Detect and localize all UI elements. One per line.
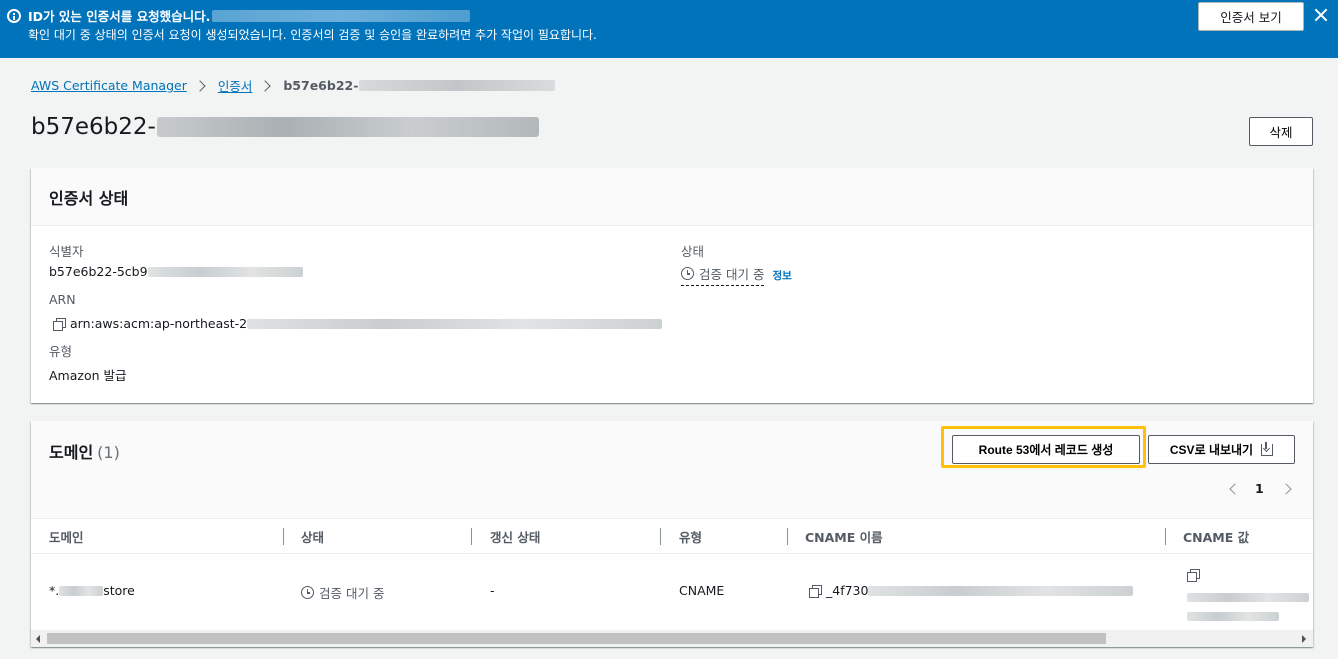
column-divider[interactable] — [471, 528, 472, 545]
chevron-right-icon[interactable] — [1280, 482, 1292, 495]
cell-status-text: 검증 대기 중 — [319, 586, 385, 601]
page-title: b57e6b22- — [31, 114, 539, 140]
breadcrumb: AWS Certificate Manager 인증서 b57e6b22- — [31, 76, 556, 95]
domain-prefix: *. — [49, 583, 60, 598]
type-label: 유형 — [49, 344, 73, 359]
info-link[interactable]: 정보 — [772, 268, 791, 283]
flash-description: 확인 대기 중 상태의 인증서 요청이 생성되었습니다. 인증서의 검증 및 승… — [28, 28, 597, 42]
cell-renewal-status: - — [490, 583, 495, 598]
status-value: 검증 대기 중 정보 — [681, 264, 792, 286]
column-header-type[interactable]: 유형 — [679, 527, 702, 546]
cell-domain: *. store — [49, 583, 135, 598]
table-divider — [31, 553, 1313, 554]
domains-heading: 도메인 (1) — [49, 439, 120, 463]
info-icon — [7, 9, 21, 23]
card-header: 인증서 상태 — [31, 168, 1313, 226]
chevron-left-icon[interactable] — [1229, 482, 1241, 495]
delete-button[interactable]: 삭제 — [1249, 117, 1313, 146]
redacted-identifier — [147, 266, 303, 277]
export-csv-button[interactable]: CSV로 내보내기 — [1148, 435, 1295, 464]
redacted-cname-value-line2 — [1187, 612, 1279, 621]
column-header-status[interactable]: 상태 — [301, 527, 324, 546]
arn-text: arn:aws:acm:ap-northeast-2 — [70, 316, 248, 331]
redacted-arn — [247, 318, 663, 329]
flash-title: ID가 있는 인증서를 요청했습니다. — [28, 6, 471, 25]
cell-status: 검증 대기 중 — [301, 583, 384, 602]
chevron-right-icon — [194, 79, 206, 92]
redacted-title-id — [156, 117, 539, 137]
domain-suffix: store — [103, 583, 135, 598]
certificate-status-heading: 인증서 상태 — [49, 189, 129, 208]
type-value: Amazon 발급 — [49, 368, 127, 383]
download-icon — [1261, 441, 1274, 456]
domains-card: 도메인 (1) Route 53에서 레코드 생성 CSV로 내보내기 1 도메인… — [31, 421, 1313, 647]
cell-type: CNAME — [679, 583, 725, 598]
column-divider[interactable] — [787, 528, 788, 545]
cell-cname-name: _4f730 — [809, 583, 1134, 598]
pagination: 1 — [1229, 481, 1292, 496]
cname-name-text: _4f730 — [826, 583, 869, 598]
breadcrumb-acm-link[interactable]: AWS Certificate Manager — [31, 78, 187, 93]
arn-label: ARN — [49, 292, 76, 307]
view-certificate-button[interactable]: 인증서 보기 — [1198, 2, 1304, 31]
column-header-cname-name[interactable]: CNAME 이름 — [805, 527, 883, 546]
column-divider[interactable] — [1165, 528, 1166, 545]
domains-heading-text: 도메인 — [49, 443, 94, 462]
create-route53-records-button[interactable]: Route 53에서 레코드 생성 — [952, 435, 1140, 464]
flash-title-text: ID가 있는 인증서를 요청했습니다. — [28, 9, 211, 24]
column-divider[interactable] — [660, 528, 661, 545]
status-text: 검증 대기 중 — [699, 267, 765, 282]
copy-icon[interactable] — [1187, 569, 1200, 582]
column-divider[interactable] — [283, 528, 284, 545]
export-csv-label: CSV로 내보내기 — [1169, 443, 1254, 457]
horizontal-scrollbar[interactable] — [31, 630, 1313, 647]
redacted-cname-name — [868, 585, 1134, 596]
cell-cname-value — [1187, 566, 1313, 625]
redacted-breadcrumb-id — [359, 80, 556, 91]
scroll-left-arrow-icon[interactable] — [36, 635, 40, 643]
scroll-right-arrow-icon[interactable] — [1302, 635, 1306, 643]
arn-value: arn:aws:acm:ap-northeast-2 — [53, 316, 663, 331]
scrollbar-thumb[interactable] — [47, 633, 1106, 644]
identifier-label: 식별자 — [49, 244, 84, 259]
redacted-id — [212, 10, 471, 22]
page-title-text: b57e6b22- — [31, 114, 156, 140]
clock-icon — [681, 267, 694, 280]
breadcrumb-current: b57e6b22- — [283, 78, 359, 93]
identifier-text: b57e6b22-5cb9 — [49, 264, 148, 279]
identifier-value: b57e6b22-5cb9 — [49, 264, 303, 279]
breadcrumb-certificates-link[interactable]: 인증서 — [218, 76, 253, 95]
certificate-status-card: 인증서 상태 식별자 b57e6b22-5cb9 ARN arn:aws:acm… — [31, 168, 1313, 403]
chevron-right-icon — [259, 79, 272, 92]
column-header-domain[interactable]: 도메인 — [49, 527, 84, 546]
copy-icon[interactable] — [53, 317, 66, 331]
page-number[interactable]: 1 — [1255, 481, 1264, 496]
flash-banner: ID가 있는 인증서를 요청했습니다. 확인 대기 중 상태의 인증서 요청이 … — [0, 0, 1338, 58]
clock-icon — [301, 586, 314, 599]
column-header-renewal-status[interactable]: 갱신 상태 — [490, 527, 540, 546]
domain-count: (1) — [97, 443, 120, 462]
copy-icon[interactable] — [809, 584, 822, 598]
close-icon[interactable] — [1314, 8, 1328, 22]
redacted-domain — [59, 585, 104, 596]
column-header-cname-value[interactable]: CNAME 값 — [1183, 527, 1249, 546]
redacted-cname-value-line1 — [1187, 593, 1309, 602]
status-pending[interactable]: 검증 대기 중 — [681, 264, 765, 286]
status-label: 상태 — [681, 244, 705, 259]
